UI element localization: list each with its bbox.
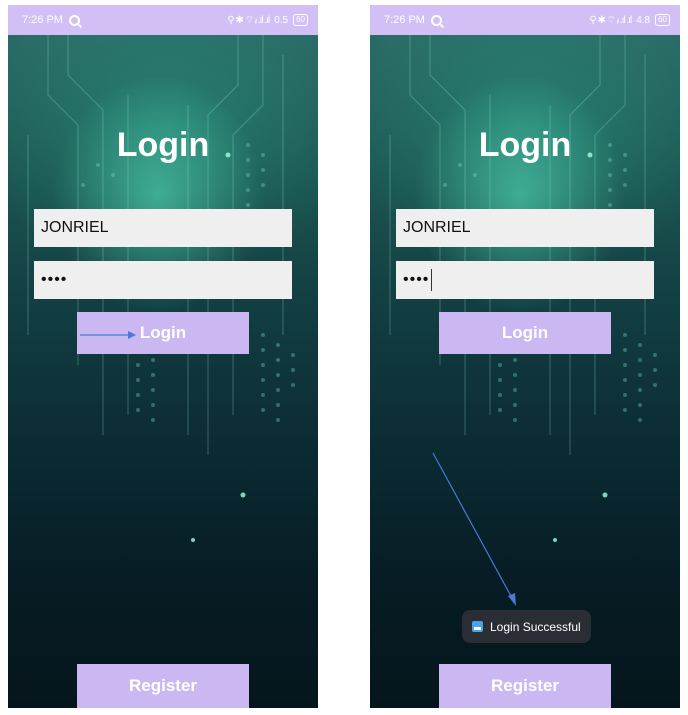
status-time: 7:26 PM — [384, 14, 425, 26]
register-button[interactable]: Register — [439, 664, 611, 708]
network-speed: 4.8 — [636, 14, 651, 26]
toast-message: Login Successful — [462, 610, 591, 643]
app-notification-icon — [68, 14, 80, 26]
login-title: Login — [478, 126, 572, 164]
phone-screen-after: 7:26 PM ⚲ ✱ ⌔ ᵢₗ .ıl .ıl 4.8 60 Login JO… — [370, 5, 680, 708]
toast-text: Login Successful — [490, 619, 581, 634]
login-button[interactable]: Login — [439, 312, 611, 354]
network-speed: 0.5 — [274, 14, 289, 26]
app-notification-icon — [430, 14, 442, 26]
login-button[interactable]: Login — [77, 312, 249, 354]
annotation-arrow-down-icon — [432, 452, 516, 606]
phone-screen-before: 7:26 PM ⚲ ✱ ⌔ ᵢₗ .ıl .ıl 0.5 60 Login JO… — [8, 5, 318, 708]
password-input[interactable]: •••• — [396, 261, 654, 299]
status-bar: 7:26 PM ⚲ ✱ ⌔ ᵢₗ .ıl .ıl 4.8 60 — [370, 5, 680, 35]
status-time: 7:26 PM — [22, 14, 63, 26]
signal-icons: ⚲ ✱ ⌔ ᵢₗ .ıl .ıl — [589, 14, 632, 26]
register-button[interactable]: Register — [77, 664, 249, 708]
login-title: Login — [116, 126, 210, 164]
app-icon — [472, 621, 483, 632]
battery-icon: 60 — [293, 14, 308, 26]
text-caret — [431, 268, 433, 291]
password-input[interactable]: •••• — [34, 261, 292, 299]
status-bar: 7:26 PM ⚲ ✱ ⌔ ᵢₗ .ıl .ıl 0.5 60 — [8, 5, 318, 35]
battery-icon: 60 — [655, 14, 670, 26]
username-input[interactable]: JONRIEL — [34, 209, 292, 247]
password-value: •••• — [403, 271, 430, 288]
signal-icons: ⚲ ✱ ⌔ ᵢₗ .ıl .ıl — [227, 14, 270, 26]
username-input[interactable]: JONRIEL — [396, 209, 654, 247]
